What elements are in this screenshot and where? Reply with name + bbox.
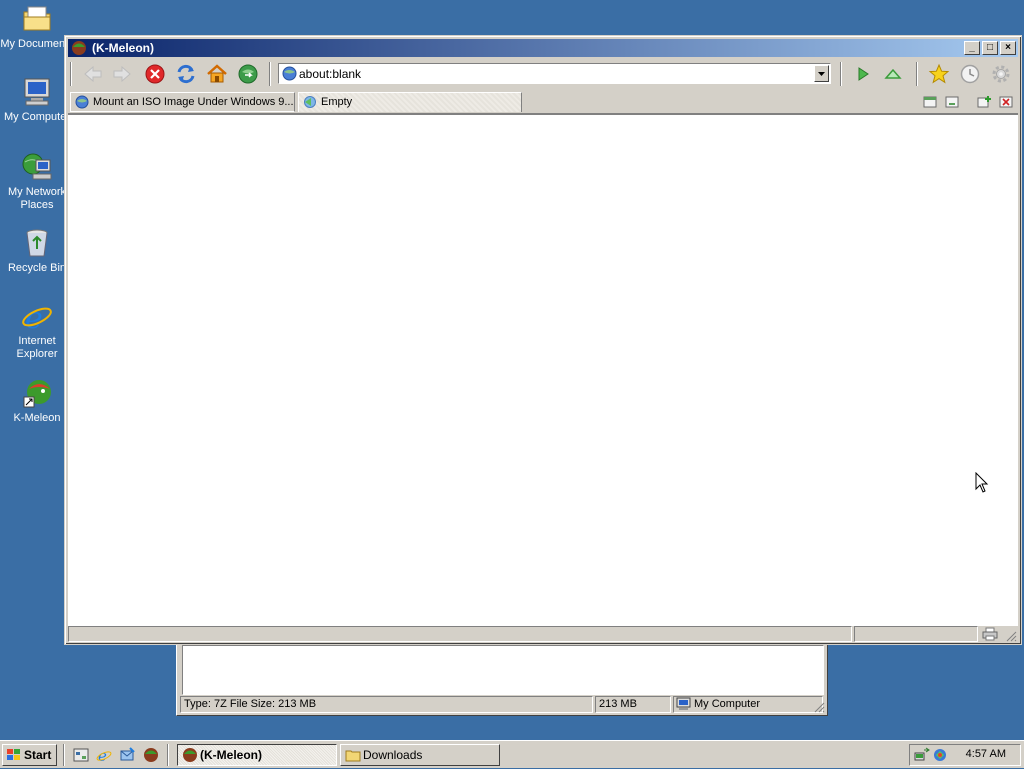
empty-page-icon (303, 95, 317, 109)
tab-bar: Mount an ISO Image Under Windows 9... Em… (68, 91, 1018, 114)
go-globe-button[interactable] (237, 63, 259, 85)
navigation-toolbar (68, 59, 1018, 89)
downloads-list-pane[interactable] (182, 645, 824, 695)
toolbar-grip (70, 62, 72, 86)
forward-button[interactable] (111, 63, 133, 85)
taskbar: Start e (K-Meleon) Downloads 4:57 AM (0, 740, 1024, 768)
tab-window-icon[interactable] (944, 95, 960, 109)
computer-icon (21, 76, 53, 108)
title-bar[interactable]: (K-Meleon) _ □ × (68, 39, 1018, 57)
close-tab-icon[interactable] (998, 95, 1014, 109)
desktop-icon-label: My Documents (0, 38, 74, 50)
desktop-icon-recycle-bin[interactable]: Recycle Bin (0, 227, 74, 275)
page-content[interactable] (68, 114, 1018, 626)
tab-label: Empty (321, 96, 353, 108)
desktop-icon-my-network-places[interactable]: My Network Places (0, 151, 74, 212)
show-desktop-icon[interactable] (73, 747, 89, 763)
tab-empty[interactable]: Empty (298, 92, 522, 112)
outlook-express-icon[interactable] (119, 747, 135, 763)
desktop-icon-label: Recycle Bin (7, 262, 67, 274)
taskbar-separator (63, 744, 65, 766)
desktop-icon-label: K-Meleon (13, 412, 61, 424)
toolbar-separator (269, 62, 271, 86)
folder-icon (345, 747, 361, 769)
volume-tray-icon[interactable] (932, 747, 948, 766)
printer-icon[interactable] (982, 627, 998, 644)
internet-explorer-icon: e (21, 300, 53, 336)
status-text-pane (68, 626, 852, 642)
task-k-meleon[interactable]: (K-Meleon) (177, 744, 337, 766)
task-label: Downloads (363, 748, 423, 762)
up-button[interactable] (882, 63, 904, 85)
desktop-icon-label: My Network Places (7, 186, 67, 211)
home-button[interactable] (206, 63, 228, 85)
desktop-icon-my-computer[interactable]: My Computer (0, 76, 74, 124)
url-input[interactable] (299, 66, 809, 81)
close-button[interactable]: × (1000, 41, 1016, 55)
new-tab-icon[interactable] (976, 95, 992, 109)
start-button[interactable]: Start (2, 744, 57, 766)
url-dropdown-button[interactable] (814, 65, 829, 82)
tab-list-icon[interactable] (922, 95, 938, 109)
desktop-icon-label: Internet Explorer (16, 335, 58, 360)
bookmarks-star-button[interactable] (928, 63, 950, 85)
folder-documents-icon (21, 3, 53, 35)
resize-grip-icon[interactable] (814, 702, 825, 713)
internet-explorer-quicklaunch-icon[interactable]: e (96, 747, 112, 765)
tab-mount-iso[interactable]: Mount an ISO Image Under Windows 9... (70, 92, 295, 112)
status-bar (68, 626, 1018, 643)
play-button[interactable] (852, 63, 874, 85)
clock: 4:57 AM (965, 748, 1006, 760)
status-type-info: Type: 7Z File Size: 213 MB (180, 696, 593, 713)
taskbar-separator (167, 744, 169, 766)
page-globe-icon (75, 95, 89, 109)
toolbar-separator (916, 62, 918, 86)
window-title: (K-Meleon) (92, 41, 154, 55)
k-meleon-task-icon (182, 747, 198, 769)
mouse-cursor-icon (975, 471, 989, 497)
browser-window[interactable]: (K-Meleon) _ □ × about:blank Mount an IS… (64, 35, 1022, 645)
status-progress-pane (854, 626, 978, 642)
reload-button[interactable] (175, 63, 197, 85)
status-zone: My Computer (673, 696, 823, 713)
toolbar-separator (840, 62, 842, 86)
maximize-button[interactable]: □ (982, 41, 998, 55)
back-button[interactable] (82, 63, 104, 85)
settings-gear-button[interactable] (990, 63, 1012, 85)
task-label: (K-Meleon) (200, 748, 262, 762)
url-bar[interactable] (278, 63, 831, 84)
status-size: 213 MB (595, 696, 671, 713)
start-label: Start (24, 748, 52, 762)
k-meleon-icon (21, 377, 53, 409)
stop-button[interactable] (144, 63, 166, 85)
minimize-button[interactable]: _ (964, 41, 980, 55)
my-computer-icon (676, 697, 691, 712)
status-zone-label: My Computer (694, 698, 761, 710)
network-places-icon (21, 151, 53, 183)
page-globe-icon (282, 66, 297, 84)
k-meleon-app-icon (71, 40, 87, 59)
task-downloads[interactable]: Downloads (340, 744, 500, 766)
desktop-icon-my-documents[interactable]: My Documents (0, 3, 74, 51)
k-meleon-quicklaunch-icon[interactable] (143, 747, 159, 763)
downloads-window[interactable]: Type: 7Z File Size: 213 MB 213 MB My Com… (176, 640, 828, 716)
desktop-icon-internet-explorer[interactable]: e Internet Explorer (0, 300, 74, 361)
network-tray-icon[interactable] (914, 747, 930, 766)
history-clock-button[interactable] (959, 63, 981, 85)
recycle-bin-icon (21, 227, 53, 259)
desktop-icon-label: My Computer (3, 111, 71, 123)
system-tray: 4:57 AM (909, 744, 1021, 766)
windows-logo-icon (6, 748, 22, 768)
tab-label: Mount an ISO Image Under Windows 9... (93, 96, 294, 108)
resize-grip-icon[interactable] (1006, 631, 1017, 642)
desktop-icon-k-meleon[interactable]: K-Meleon (0, 377, 74, 425)
